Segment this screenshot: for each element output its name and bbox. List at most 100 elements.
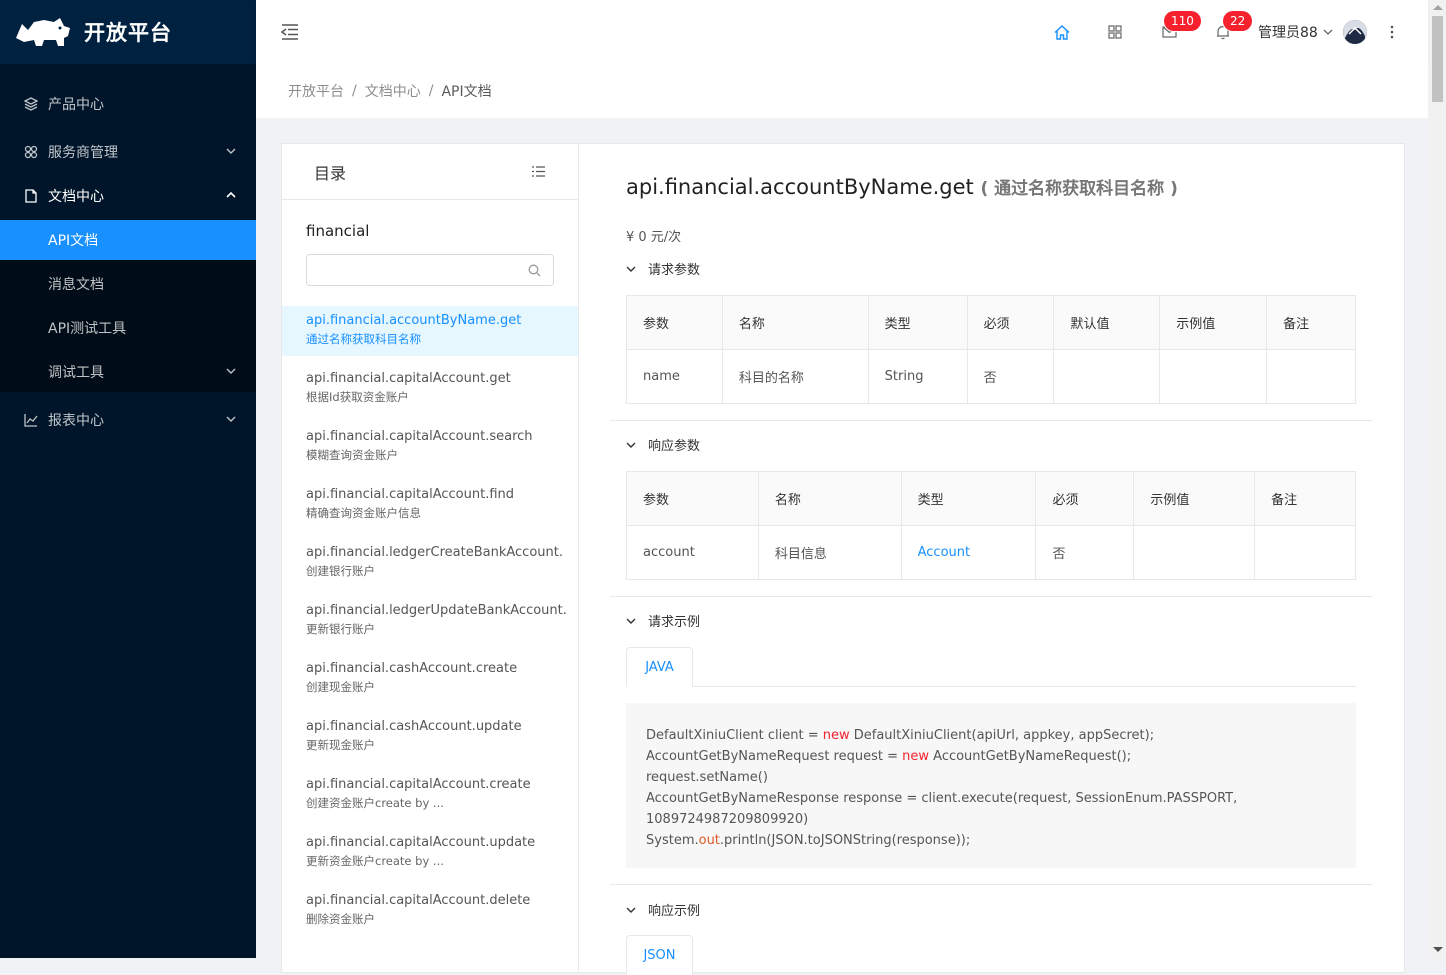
column-header: 必须 bbox=[966, 295, 1055, 350]
menu-fold-button[interactable] bbox=[278, 0, 302, 64]
logo[interactable]: 开放平台 bbox=[0, 0, 256, 64]
sidebar-item-providers[interactable]: 服务商管理 bbox=[0, 128, 256, 176]
catalog-item[interactable]: api.financial.capitalAccount.create 创建资金账… bbox=[282, 770, 578, 820]
catalog-item[interactable]: api.financial.capitalAccount.search 模糊查询资… bbox=[282, 422, 578, 472]
section-title: 响应参数 bbox=[648, 439, 701, 454]
scroll-up-arrow-icon[interactable] bbox=[1433, 5, 1443, 10]
code-line: AccountGetByNameResponse response = clie… bbox=[646, 788, 1356, 809]
chevron-down-icon bbox=[626, 618, 636, 624]
mail-button[interactable] bbox=[1157, 0, 1181, 64]
column-header: 备注 bbox=[1254, 471, 1356, 526]
api-description: ( 通过名称获取科目名称 ) bbox=[980, 179, 1178, 199]
breadcrumb-item[interactable]: 开放平台 bbox=[288, 81, 344, 101]
table-cell bbox=[1266, 349, 1356, 404]
account-type-link[interactable]: Account bbox=[918, 545, 971, 560]
response-example-header[interactable]: 响应示例 bbox=[626, 900, 700, 919]
tab-json[interactable]: JSON bbox=[626, 935, 693, 975]
user-name: 管理员88 bbox=[1258, 25, 1318, 41]
response-params-table: 参数 名称 类型 必须 示例值 备注 account 科目信息 Account … bbox=[626, 471, 1356, 580]
sidebar-item-reports[interactable]: 报表中心 bbox=[0, 396, 256, 444]
table-cell: 否 bbox=[966, 349, 1055, 404]
scroll-down-arrow-icon[interactable] bbox=[1433, 947, 1443, 952]
breadcrumb-separator: / bbox=[352, 83, 357, 99]
catalog-item-desc: 通过名称获取科目名称 bbox=[306, 332, 421, 346]
sidebar-item-label: 调试工具 bbox=[48, 365, 104, 381]
response-params-header[interactable]: 响应参数 bbox=[626, 435, 700, 454]
sidebar-item-products[interactable]: 产品中心 bbox=[0, 80, 256, 128]
code-line: DefaultXiniuClient client = new DefaultX… bbox=[646, 725, 1356, 746]
table-cell bbox=[1159, 349, 1268, 404]
tab-java[interactable]: JAVA bbox=[626, 647, 693, 687]
notification-button[interactable] bbox=[1211, 0, 1235, 64]
catalog-item-desc: 根据Id获取资金账户 bbox=[306, 390, 409, 404]
catalog-item[interactable]: api.financial.capitalAccount.update 更新资金账… bbox=[282, 828, 578, 878]
apps-icon bbox=[24, 145, 38, 159]
table-cell: 科目的名称 bbox=[721, 349, 869, 404]
catalog-item-name: api.financial.capitalAccount.get bbox=[306, 371, 511, 386]
catalog-item-desc: 精确查询资金账户信息 bbox=[306, 506, 421, 520]
breadcrumb-item[interactable]: 文档中心 bbox=[365, 81, 421, 101]
list-icon[interactable] bbox=[532, 166, 545, 177]
request-params-header[interactable]: 请求参数 bbox=[626, 259, 700, 278]
table-cell: Account bbox=[900, 525, 1037, 580]
chevron-down-icon bbox=[226, 416, 236, 422]
catalog-item-name: api.financial.ledgerUpdateBankAccount. bbox=[306, 603, 567, 618]
user-menu[interactable]: 管理员88 bbox=[1258, 0, 1367, 64]
scrollbar-thumb[interactable] bbox=[1432, 16, 1443, 102]
code-keyword: out bbox=[698, 833, 720, 848]
code-text: .println(JSON.toJSONString(response)); bbox=[719, 833, 971, 848]
sidebar-item-api-docs[interactable]: API文档 bbox=[0, 220, 256, 260]
top-header: 110 22 管理员88 bbox=[256, 0, 1428, 64]
catalog-item-name: api.financial.capitalAccount.update bbox=[306, 835, 536, 850]
catalog-item-name: api.financial.ledgerCreateBankAccount. bbox=[306, 545, 563, 560]
search-icon[interactable] bbox=[528, 264, 541, 277]
sidebar-item-api-test-tool[interactable]: API测试工具 bbox=[0, 308, 256, 348]
column-header: 参数 bbox=[626, 471, 759, 526]
catalog-title: 目录 bbox=[314, 163, 347, 183]
catalog-item[interactable]: api.financial.ledgerCreateBankAccount. 创建… bbox=[282, 538, 578, 588]
table-header-row: 参数 名称 类型 必须 默认值 示例值 备注 bbox=[626, 295, 1356, 350]
section-title: 响应示例 bbox=[648, 904, 701, 919]
sidebar-item-message-docs[interactable]: 消息文档 bbox=[0, 264, 256, 304]
apps-button[interactable] bbox=[1103, 0, 1127, 64]
api-name: api.financial.accountByName.get bbox=[626, 175, 974, 199]
docs-submenu: API文档 消息文档 API测试工具 调试工具 bbox=[0, 220, 256, 392]
api-title: api.financial.accountByName.get ( 通过名称获取… bbox=[626, 174, 1178, 199]
table-cell: account bbox=[626, 525, 759, 580]
page-scrollbar[interactable] bbox=[1429, 0, 1446, 958]
app-title: 开放平台 bbox=[84, 21, 172, 45]
chevron-down-icon bbox=[626, 442, 636, 448]
catalog-item[interactable]: api.financial.cashAccount.update 更新现金账户 bbox=[282, 712, 578, 762]
chevron-up-icon bbox=[226, 191, 236, 198]
table-cell bbox=[1053, 349, 1161, 404]
catalog-item[interactable]: api.financial.accountByName.get 通过名称获取科目名… bbox=[282, 306, 578, 356]
chevron-down-icon bbox=[626, 907, 636, 913]
catalog-item[interactable]: api.financial.capitalAccount.get 根据Id获取资金… bbox=[282, 364, 578, 414]
catalog-item-desc: 创建现金账户 bbox=[306, 680, 375, 694]
column-header: 类型 bbox=[900, 471, 1037, 526]
code-text: 1089724987209809920) bbox=[646, 812, 809, 827]
catalog-item[interactable]: api.financial.cashAccount.create 创建现金账户 bbox=[282, 654, 578, 704]
sidebar-item-label: 文档中心 bbox=[48, 189, 104, 205]
mail-count-badge: 110 bbox=[1164, 11, 1201, 31]
catalog-search-input[interactable] bbox=[306, 254, 554, 286]
line-chart-icon bbox=[24, 413, 38, 427]
table-cell: 科目信息 bbox=[757, 525, 902, 580]
more-button[interactable] bbox=[1382, 0, 1402, 64]
catalog-item[interactable]: api.financial.capitalAccount.delete 删除资金账… bbox=[282, 886, 578, 936]
code-text: AccountGetByNameRequest request = bbox=[646, 749, 903, 764]
sidebar-item-debug-tools[interactable]: 调试工具 bbox=[0, 352, 256, 392]
catalog-item[interactable]: api.financial.capitalAccount.find 精确查询资金账… bbox=[282, 480, 578, 530]
request-example-header[interactable]: 请求示例 bbox=[626, 611, 700, 630]
catalog-item-desc: 创建银行账户 bbox=[306, 564, 375, 578]
table-cell: String bbox=[867, 349, 968, 404]
home-button[interactable] bbox=[1050, 0, 1074, 64]
code-line: System.out.println(JSON.toJSONString(res… bbox=[646, 830, 1356, 851]
code-text: System. bbox=[646, 833, 699, 848]
section-divider bbox=[610, 596, 1372, 597]
chevron-down-icon bbox=[226, 368, 236, 374]
column-header: 默认值 bbox=[1053, 295, 1161, 350]
catalog-item[interactable]: api.financial.ledgerUpdateBankAccount. 更新… bbox=[282, 596, 578, 646]
sidebar-item-docs[interactable]: 文档中心 bbox=[0, 176, 256, 216]
catalog-item-name: api.financial.cashAccount.update bbox=[306, 719, 522, 734]
